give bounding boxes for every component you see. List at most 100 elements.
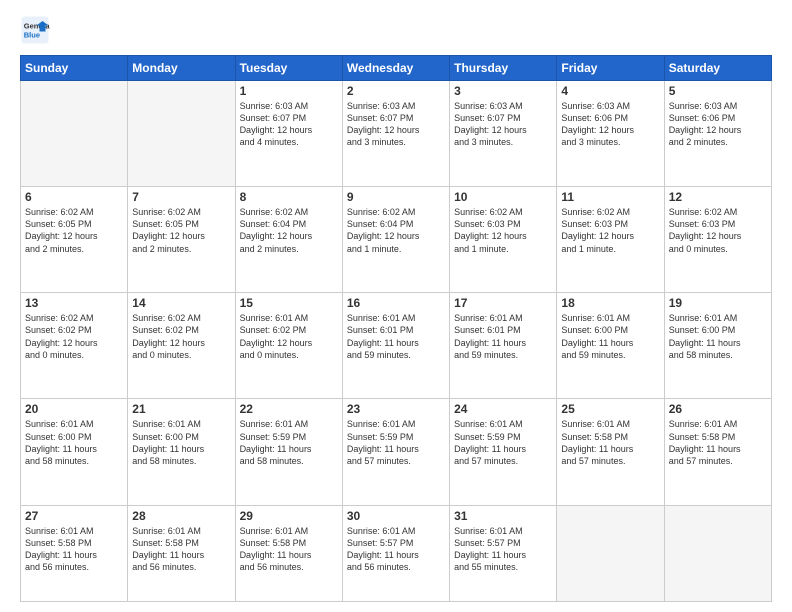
calendar-cell: 10 Sunrise: 6:02 AM Sunset: 6:03 PM Dayli… [450,187,557,293]
calendar-cell: 23Sunrise: 6:01 AM Sunset: 5:59 PM Dayli… [342,399,449,505]
day-number: 19 [669,296,767,310]
day-number: 2 [347,84,445,98]
day-info: Sunrise: 6:02 AM Sunset: 6:02 PM Dayligh… [132,312,230,361]
calendar-cell: 2 Sunrise: 6:03 AM Sunset: 6:07 PM Daylig… [342,81,449,187]
calendar-cell: 7 Sunrise: 6:02 AM Sunset: 6:05 PM Daylig… [128,187,235,293]
day-info: Sunrise: 6:03 AM Sunset: 6:06 PM Dayligh… [561,100,659,149]
day-info: Sunrise: 6:01 AM Sunset: 6:00 PM Dayligh… [25,418,123,467]
calendar-cell: 13 Sunrise: 6:02 AM Sunset: 6:02 PM Dayli… [21,293,128,399]
day-number: 24 [454,402,552,416]
day-info: Sunrise: 6:01 AM Sunset: 6:00 PM Dayligh… [561,312,659,361]
day-info: Sunrise: 6:02 AM Sunset: 6:02 PM Dayligh… [25,312,123,361]
calendar-cell: 9 Sunrise: 6:02 AM Sunset: 6:04 PM Daylig… [342,187,449,293]
day-info: Sunrise: 6:01 AM Sunset: 6:01 PM Dayligh… [347,312,445,361]
day-number: 26 [669,402,767,416]
day-info: Sunrise: 6:01 AM Sunset: 5:58 PM Dayligh… [669,418,767,467]
calendar-cell: 18 Sunrise: 6:01 AM Sunset: 6:00 PM Dayli… [557,293,664,399]
day-number: 16 [347,296,445,310]
day-number: 3 [454,84,552,98]
day-info: Sunrise: 6:01 AM Sunset: 5:57 PM Dayligh… [454,525,552,574]
day-number: 9 [347,190,445,204]
calendar-cell: 3 Sunrise: 6:03 AM Sunset: 6:07 PM Daylig… [450,81,557,187]
page: General Blue SundayMondayTuesdayWednesda… [0,0,792,612]
day-info: Sunrise: 6:03 AM Sunset: 6:07 PM Dayligh… [240,100,338,149]
day-info: Sunrise: 6:02 AM Sunset: 6:03 PM Dayligh… [454,206,552,255]
day-info: Sunrise: 6:02 AM Sunset: 6:05 PM Dayligh… [25,206,123,255]
calendar-cell: 21 Sunrise: 6:01 AM Sunset: 6:00 PM Dayli… [128,399,235,505]
weekday-header-thursday: Thursday [450,56,557,81]
svg-text:Blue: Blue [24,31,40,40]
day-number: 28 [132,509,230,523]
day-number: 8 [240,190,338,204]
calendar-cell: 4 Sunrise: 6:03 AM Sunset: 6:06 PM Daylig… [557,81,664,187]
logo-icon: General Blue [20,15,50,45]
day-number: 6 [25,190,123,204]
weekday-header-sunday: Sunday [21,56,128,81]
calendar-cell: 30 Sunrise: 6:01 AM Sunset: 5:57 PM Dayli… [342,505,449,602]
day-number: 18 [561,296,659,310]
week-row-4: 20 Sunrise: 6:01 AM Sunset: 6:00 PM Dayli… [21,399,772,505]
day-number: 20 [25,402,123,416]
weekday-header-tuesday: Tuesday [235,56,342,81]
week-row-5: 27Sunrise: 6:01 AM Sunset: 5:58 PM Dayli… [21,505,772,602]
day-info: Sunrise: 6:02 AM Sunset: 6:04 PM Dayligh… [240,206,338,255]
calendar-cell: 14Sunrise: 6:02 AM Sunset: 6:02 PM Dayli… [128,293,235,399]
day-info: Sunrise: 6:01 AM Sunset: 5:58 PM Dayligh… [561,418,659,467]
day-info: Sunrise: 6:01 AM Sunset: 5:58 PM Dayligh… [25,525,123,574]
week-row-1: 1 Sunrise: 6:03 AM Sunset: 6:07 PM Daylig… [21,81,772,187]
calendar-cell: 6 Sunrise: 6:02 AM Sunset: 6:05 PM Daylig… [21,187,128,293]
weekday-header-wednesday: Wednesday [342,56,449,81]
calendar-cell: 20 Sunrise: 6:01 AM Sunset: 6:00 PM Dayli… [21,399,128,505]
calendar-cell: 25Sunrise: 6:01 AM Sunset: 5:58 PM Dayli… [557,399,664,505]
day-info: Sunrise: 6:01 AM Sunset: 5:59 PM Dayligh… [454,418,552,467]
day-number: 4 [561,84,659,98]
day-number: 5 [669,84,767,98]
day-number: 21 [132,402,230,416]
calendar-cell: 29 Sunrise: 6:01 AM Sunset: 5:58 PM Dayli… [235,505,342,602]
day-info: Sunrise: 6:01 AM Sunset: 6:01 PM Dayligh… [454,312,552,361]
day-number: 30 [347,509,445,523]
calendar-cell: 28 Sunrise: 6:01 AM Sunset: 5:58 PM Dayli… [128,505,235,602]
day-info: Sunrise: 6:02 AM Sunset: 6:03 PM Dayligh… [561,206,659,255]
day-info: Sunrise: 6:01 AM Sunset: 5:58 PM Dayligh… [132,525,230,574]
day-number: 15 [240,296,338,310]
calendar-cell: 11Sunrise: 6:02 AM Sunset: 6:03 PM Dayli… [557,187,664,293]
day-number: 13 [25,296,123,310]
weekday-header-saturday: Saturday [664,56,771,81]
header: General Blue [20,15,772,45]
day-info: Sunrise: 6:02 AM Sunset: 6:05 PM Dayligh… [132,206,230,255]
day-info: Sunrise: 6:01 AM Sunset: 6:00 PM Dayligh… [132,418,230,467]
calendar-cell: 27Sunrise: 6:01 AM Sunset: 5:58 PM Dayli… [21,505,128,602]
day-info: Sunrise: 6:02 AM Sunset: 6:03 PM Dayligh… [669,206,767,255]
day-number: 1 [240,84,338,98]
day-number: 23 [347,402,445,416]
calendar-cell: 24 Sunrise: 6:01 AM Sunset: 5:59 PM Dayli… [450,399,557,505]
calendar-header-row: SundayMondayTuesdayWednesdayThursdayFrid… [21,56,772,81]
svg-text:General: General [24,22,50,31]
day-number: 22 [240,402,338,416]
calendar-cell [664,505,771,602]
calendar-cell: 12 Sunrise: 6:02 AM Sunset: 6:03 PM Dayli… [664,187,771,293]
calendar-cell: 22 Sunrise: 6:01 AM Sunset: 5:59 PM Dayli… [235,399,342,505]
day-number: 7 [132,190,230,204]
calendar-cell: 26 Sunrise: 6:01 AM Sunset: 5:58 PM Dayli… [664,399,771,505]
calendar-cell: 1 Sunrise: 6:03 AM Sunset: 6:07 PM Daylig… [235,81,342,187]
day-info: Sunrise: 6:01 AM Sunset: 5:59 PM Dayligh… [240,418,338,467]
weekday-header-monday: Monday [128,56,235,81]
calendar-cell: 31Sunrise: 6:01 AM Sunset: 5:57 PM Dayli… [450,505,557,602]
weekday-header-friday: Friday [557,56,664,81]
logo: General Blue [20,15,54,45]
day-info: Sunrise: 6:02 AM Sunset: 6:04 PM Dayligh… [347,206,445,255]
calendar-table: SundayMondayTuesdayWednesdayThursdayFrid… [20,55,772,602]
day-info: Sunrise: 6:03 AM Sunset: 6:07 PM Dayligh… [347,100,445,149]
day-number: 10 [454,190,552,204]
calendar-cell: 17 Sunrise: 6:01 AM Sunset: 6:01 PM Dayli… [450,293,557,399]
calendar-cell: 16 Sunrise: 6:01 AM Sunset: 6:01 PM Dayli… [342,293,449,399]
calendar-cell [128,81,235,187]
day-info: Sunrise: 6:01 AM Sunset: 5:58 PM Dayligh… [240,525,338,574]
day-number: 17 [454,296,552,310]
day-number: 29 [240,509,338,523]
day-info: Sunrise: 6:01 AM Sunset: 5:57 PM Dayligh… [347,525,445,574]
day-number: 12 [669,190,767,204]
day-info: Sunrise: 6:03 AM Sunset: 6:07 PM Dayligh… [454,100,552,149]
